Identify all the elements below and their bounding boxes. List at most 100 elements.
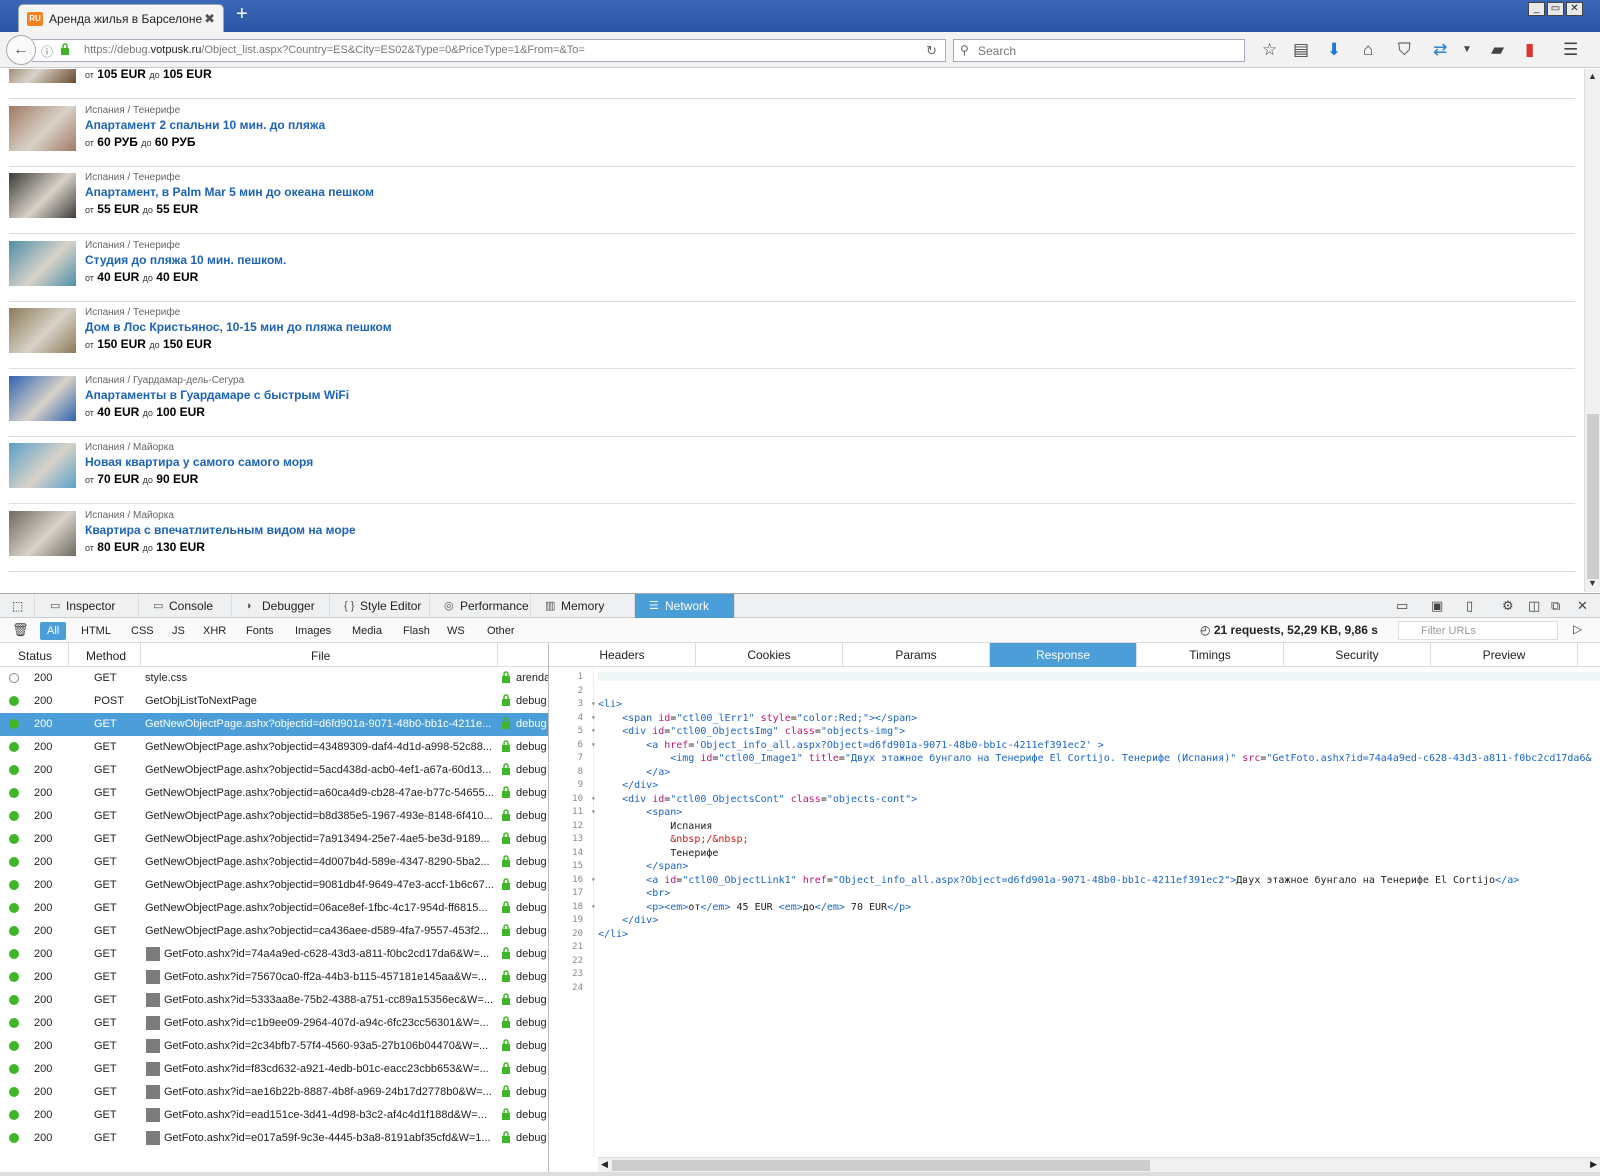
- request-row[interactable]: 200 GET GetFoto.ashx?id=74a4a9ed-c628-43d3…: [0, 943, 548, 966]
- listing-title-link[interactable]: Апартаменты в Гуардамаре с быстрым WiFi: [85, 388, 349, 402]
- request-row[interactable]: 200 GET GetNewObjectPage.ashx?objectid=ca4…: [0, 920, 548, 943]
- request-row[interactable]: 200 GET GetFoto.ashx?id=5333aa8e-75b2-4388…: [0, 989, 548, 1012]
- chevron-down-icon[interactable]: ▼: [1462, 44, 1472, 55]
- screenshot-icon[interactable]: ▯: [1466, 598, 1473, 614]
- filter-css[interactable]: CSS: [124, 622, 161, 640]
- close-tab-icon[interactable]: ✖: [204, 11, 215, 27]
- scrollbar-thumb[interactable]: [1587, 414, 1599, 579]
- clear-trash-icon[interactable]: 🗑: [12, 622, 29, 638]
- page-scrollbar[interactable]: ▲ ▼: [1584, 69, 1600, 592]
- listing-photo[interactable]: [9, 510, 76, 556]
- detail-tab-security[interactable]: Security: [1284, 643, 1431, 667]
- scratchpad-icon[interactable]: ▣: [1431, 598, 1443, 614]
- pocket-icon[interactable]: ⛉: [1398, 40, 1411, 60]
- listing-title-link[interactable]: Апартамент 2 спальни 10 мин. до пляжа: [85, 118, 325, 132]
- minimize-window-button[interactable]: _: [1528, 2, 1545, 16]
- fold-arrow-icon[interactable]: ▾: [591, 713, 596, 722]
- filter-js[interactable]: JS: [165, 622, 192, 640]
- column-file[interactable]: File: [311, 649, 330, 663]
- scroll-left-icon[interactable]: ◀: [601, 1159, 608, 1170]
- request-row[interactable]: 200 GET GetNewObjectPage.ashx?objectid=06a…: [0, 897, 548, 920]
- request-row[interactable]: 200 POST GetObjListToNextPage debug: [0, 690, 548, 713]
- tab-memory[interactable]: ▥ Memory: [531, 594, 635, 618]
- filter-flash[interactable]: Flash: [396, 622, 437, 640]
- fold-arrow-icon[interactable]: ▾: [591, 807, 596, 816]
- request-row[interactable]: 200 GET GetFoto.ashx?id=ead151ce-3d41-4d98…: [0, 1104, 548, 1127]
- detail-tab-headers[interactable]: Headers: [549, 643, 696, 667]
- request-row[interactable]: 200 GET GetFoto.ashx?id=75670ca0-ff2a-44b3…: [0, 966, 548, 989]
- reload-icon[interactable]: ↻: [926, 43, 937, 59]
- filter-urls-input[interactable]: Filter URLs: [1398, 621, 1558, 640]
- listing-photo[interactable]: [9, 240, 76, 286]
- responsive-mode-icon[interactable]: ▭: [1396, 598, 1408, 614]
- tab-performance[interactable]: ◎ Performance: [430, 594, 531, 618]
- extension-icon[interactable]: ▮: [1525, 40, 1534, 60]
- toggle-panel-icon[interactable]: ▷: [1573, 622, 1582, 636]
- request-row[interactable]: 200 GET GetNewObjectPage.ashx?objectid=7a9…: [0, 828, 548, 851]
- listing-title-link[interactable]: Апартамент, в Palm Mar 5 мин до океана п…: [85, 185, 374, 199]
- request-row[interactable]: 200 GET GetNewObjectPage.ashx?objectid=b8d…: [0, 805, 548, 828]
- filter-xhr[interactable]: XHR: [196, 622, 233, 640]
- close-devtools-icon[interactable]: ✕: [1577, 598, 1588, 614]
- filter-fonts[interactable]: Fonts: [239, 622, 281, 640]
- request-row[interactable]: 200 GET GetNewObjectPage.ashx?objectid=4d0…: [0, 851, 548, 874]
- response-hscrollbar[interactable]: ◀ ▶: [598, 1157, 1600, 1172]
- filter-images[interactable]: Images: [288, 622, 338, 640]
- listing-title-link[interactable]: Дом в Лос Кристьянос, 10-15 мин до пляжа…: [85, 320, 392, 334]
- maximize-window-button[interactable]: ▭: [1547, 2, 1564, 16]
- listing-title-link[interactable]: Новая квартира у самого самого моря: [85, 455, 313, 469]
- request-row[interactable]: 200 GET GetFoto.ashx?id=c1b9ee09-2964-407d…: [0, 1012, 548, 1035]
- tab-inspector[interactable]: ▭ Inspector: [36, 594, 139, 618]
- fold-arrow-icon[interactable]: ▾: [591, 794, 596, 803]
- request-row[interactable]: 200 GET GetNewObjectPage.ashx?objectid=d6f…: [0, 713, 548, 736]
- listing-title-link[interactable]: Студия до пляжа 10 мин. пешком.: [85, 253, 286, 267]
- tab-style-editor[interactable]: { } Style Editor: [330, 594, 430, 618]
- filter-media[interactable]: Media: [345, 622, 389, 640]
- fold-arrow-icon[interactable]: ▾: [591, 875, 596, 884]
- back-button[interactable]: ←: [6, 35, 36, 65]
- request-row[interactable]: 200 GET GetNewObjectPage.ashx?objectid=434…: [0, 736, 548, 759]
- request-row[interactable]: 200 GET GetFoto.ashx?id=e017a59f-9c3e-4445…: [0, 1127, 548, 1150]
- chat-icon[interactable]: ▰: [1491, 40, 1504, 60]
- info-icon[interactable]: ⓘ: [41, 43, 53, 60]
- listing-photo[interactable]: [9, 308, 76, 353]
- fold-arrow-icon[interactable]: ▾: [591, 726, 596, 735]
- reading-list-icon[interactable]: ▤: [1293, 40, 1309, 60]
- request-row[interactable]: 200 GET GetNewObjectPage.ashx?objectid=908…: [0, 874, 548, 897]
- detail-tab-timings[interactable]: Timings: [1137, 643, 1284, 667]
- request-row[interactable]: 200 GET GetFoto.ashx?id=ae16b22b-8887-4b8f…: [0, 1081, 548, 1104]
- tab-debugger[interactable]: ◗ Debugger: [232, 594, 330, 618]
- close-window-button[interactable]: ✕: [1566, 2, 1583, 16]
- filter-html[interactable]: HTML: [74, 622, 118, 640]
- detail-tab-response[interactable]: Response: [990, 643, 1137, 667]
- browser-tab[interactable]: RU Аренда жилья в Барселоне ... ✖: [18, 4, 224, 32]
- detail-tab-params[interactable]: Params: [843, 643, 990, 667]
- home-icon[interactable]: ⌂: [1363, 40, 1373, 60]
- filter-ws[interactable]: WS: [440, 622, 472, 640]
- element-picker-icon[interactable]: ⬚: [8, 594, 35, 618]
- tab-network[interactable]: ☰ Network: [635, 594, 735, 618]
- scroll-right-icon[interactable]: ▶: [1590, 1159, 1597, 1170]
- request-row[interactable]: 200 GET GetFoto.ashx?id=f83cd632-a921-4edb…: [0, 1058, 548, 1081]
- new-tab-button[interactable]: +: [236, 3, 248, 26]
- request-row[interactable]: 200 GET GetNewObjectPage.ashx?objectid=a60…: [0, 782, 548, 805]
- column-method[interactable]: Method: [86, 649, 126, 663]
- request-row[interactable]: 200 GET GetFoto.ashx?id=2c34bfb7-57f4-4560…: [0, 1035, 548, 1058]
- listing-photo[interactable]: [9, 105, 76, 151]
- scroll-down-icon[interactable]: ▼: [1588, 578, 1597, 588]
- undock-icon[interactable]: ⧉: [1551, 598, 1560, 614]
- fold-arrow-icon[interactable]: ▾: [591, 699, 596, 708]
- url-bar[interactable]: ⓘ https://debug.votpusk.ru/Object_list.a…: [32, 39, 946, 62]
- bookmark-star-icon[interactable]: ☆: [1262, 40, 1277, 60]
- detail-tab-preview[interactable]: Preview: [1431, 643, 1578, 667]
- search-box[interactable]: ⚲ Search: [953, 39, 1245, 62]
- request-row[interactable]: 200 GET GetNewObjectPage.ashx?objectid=5ac…: [0, 759, 548, 782]
- hscroll-thumb[interactable]: [612, 1160, 1150, 1171]
- column-status[interactable]: Status: [18, 649, 52, 663]
- scroll-up-icon[interactable]: ▲: [1588, 71, 1597, 81]
- tab-console[interactable]: ▭ Console: [139, 594, 232, 618]
- filter-other[interactable]: Other: [480, 622, 522, 640]
- settings-gear-icon[interactable]: ⚙: [1502, 598, 1514, 614]
- downloads-icon[interactable]: ⬇: [1327, 40, 1341, 60]
- fold-arrow-icon[interactable]: ▾: [591, 740, 596, 749]
